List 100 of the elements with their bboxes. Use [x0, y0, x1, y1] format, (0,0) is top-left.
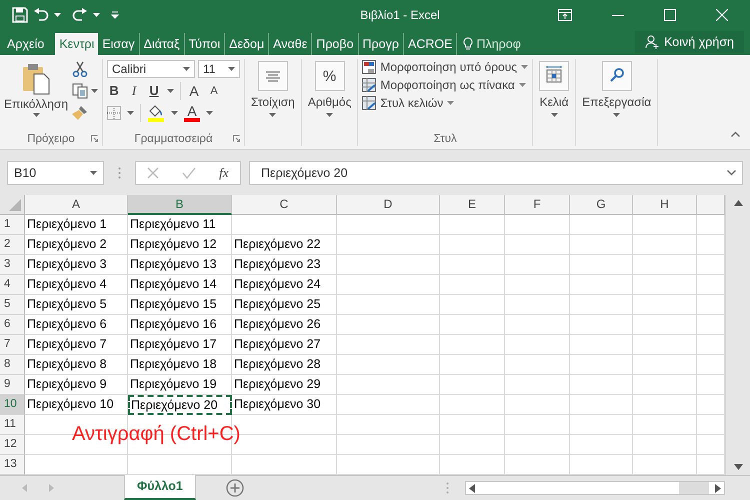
caret-icon[interactable]: [183, 67, 190, 71]
caret-icon[interactable]: [521, 65, 528, 69]
table-cell[interactable]: Περιεχόμενο 23: [232, 255, 337, 275]
table-cell[interactable]: Περιεχόμενο 9: [25, 375, 128, 395]
ribbon-group-button[interactable]: Στοίχιση: [251, 59, 295, 146]
font-color-button[interactable]: A: [184, 104, 200, 122]
table-cell[interactable]: Περιεχόμενο 11: [128, 215, 232, 235]
scroll-up-icon[interactable]: [734, 200, 742, 206]
column-header[interactable]: F: [505, 195, 570, 215]
caret-icon[interactable]: [228, 67, 236, 71]
font-size-dropdown[interactable]: 11: [198, 60, 240, 78]
row-header[interactable]: 13: [0, 455, 25, 475]
ribbon-tab[interactable]: Κεντρι: [55, 33, 98, 55]
table-cell[interactable]: Περιεχόμενο 3: [25, 255, 128, 275]
table-cell[interactable]: Περιεχόμενο 27: [232, 335, 337, 355]
row-header[interactable]: 10: [0, 395, 25, 415]
row-header[interactable]: 9: [0, 375, 25, 395]
caret-icon[interactable]: [550, 113, 558, 117]
add-sheet-icon[interactable]: [226, 479, 244, 497]
borders-icon[interactable]: [107, 106, 122, 120]
collapse-ribbon-icon[interactable]: [731, 131, 740, 137]
ribbon-group-button[interactable]: Κελιά: [539, 59, 570, 146]
dialog-launcher-icon[interactable]: [91, 135, 98, 142]
table-cell[interactable]: Περιεχόμενο 14: [128, 275, 232, 295]
table-cell[interactable]: Περιεχόμενο 22: [232, 235, 337, 255]
tell-me-field[interactable]: Πληροφ: [476, 37, 534, 51]
table-cell[interactable]: Περιεχόμενο 28: [232, 355, 337, 375]
caret-icon[interactable]: [54, 13, 61, 17]
ribbon-group-button[interactable]: Επεξεργασία: [582, 59, 652, 146]
caret-icon[interactable]: [91, 89, 98, 93]
column-header[interactable]: C: [232, 195, 337, 215]
file-tab[interactable]: Αρχείο: [0, 33, 52, 55]
scroll-left-icon[interactable]: [469, 484, 475, 492]
table-cell[interactable]: Περιεχόμενο 5: [25, 295, 128, 315]
caret-icon[interactable]: [613, 113, 620, 117]
share-button[interactable]: Κοινή χρήση: [635, 31, 744, 53]
save-icon[interactable]: [12, 7, 28, 23]
styles-menu-button[interactable]: Μορφοποίηση ως πίνακα: [362, 78, 528, 92]
row-header[interactable]: 4: [0, 275, 25, 295]
row-header[interactable]: 6: [0, 315, 25, 335]
insert-function-button[interactable]: fx: [219, 164, 229, 180]
caret-icon[interactable]: [269, 113, 276, 117]
lightbulb-icon[interactable]: [463, 37, 474, 51]
table-cell[interactable]: Περιεχόμενο 1: [25, 215, 128, 235]
formula-field[interactable]: Περιεχόμενο 20: [249, 160, 743, 184]
bold-button[interactable]: B: [107, 83, 122, 99]
table-cell[interactable]: Περιεχόμενο 18: [128, 355, 232, 375]
undo-icon[interactable]: [33, 8, 49, 22]
table-cell[interactable]: Περιεχόμενο 2: [25, 235, 128, 255]
column-header[interactable]: A: [25, 195, 128, 215]
underline-button[interactable]: U: [147, 83, 162, 99]
font-name-dropdown[interactable]: Calibri: [107, 60, 196, 78]
drag-handle-icon[interactable]: [118, 166, 121, 178]
dialog-launcher-icon[interactable]: [233, 135, 240, 142]
caret-icon[interactable]: [326, 113, 334, 117]
table-cell[interactable]: Περιεχόμενο 29: [232, 375, 337, 395]
row-header[interactable]: 11: [0, 415, 25, 435]
column-header[interactable]: H: [633, 195, 697, 215]
table-cell[interactable]: Περιεχόμενο 25: [232, 295, 337, 315]
close-icon[interactable]: [716, 9, 728, 21]
name-box[interactable]: B10: [7, 160, 104, 184]
scroll-down-icon[interactable]: [734, 464, 742, 470]
maximize-icon[interactable]: [664, 9, 676, 21]
table-cell[interactable]: Περιεχόμενο 24: [232, 275, 337, 295]
row-header[interactable]: 12: [0, 435, 25, 455]
table-cell[interactable]: Περιεχόμενο 26: [232, 315, 337, 335]
redo-icon[interactable]: [72, 8, 88, 22]
row-header[interactable]: 3: [0, 255, 25, 275]
column-header[interactable]: G: [570, 195, 633, 215]
caret-icon[interactable]: [171, 111, 178, 115]
sheet-tab[interactable]: Φύλλο1: [124, 475, 196, 500]
table-cell[interactable]: Περιεχόμενο 8: [25, 355, 128, 375]
caret-icon[interactable]: [93, 13, 100, 17]
column-header[interactable]: E: [440, 195, 505, 215]
ribbon-group-button[interactable]: % Αριθμός: [308, 59, 352, 146]
caret-icon[interactable]: [90, 170, 97, 174]
table-cell[interactable]: Περιεχόμενο 6: [25, 315, 128, 335]
table-cell[interactable]: Περιεχόμενο 7: [25, 335, 128, 355]
scissors-icon[interactable]: [72, 61, 88, 77]
table-cell[interactable]: Περιεχόμενο 13: [128, 255, 232, 275]
customize-icon[interactable]: [111, 11, 119, 19]
table-cell[interactable]: Περιεχόμενο 20: [128, 395, 232, 415]
table-cell[interactable]: Περιεχόμενο 30: [232, 395, 337, 415]
table-cell[interactable]: Περιεχόμενο 17: [128, 335, 232, 355]
italic-button[interactable]: I: [127, 83, 142, 99]
column-header[interactable]: B: [128, 195, 232, 215]
ribbon-display-icon[interactable]: [558, 9, 572, 21]
row-header[interactable]: 7: [0, 335, 25, 355]
row-header[interactable]: 5: [0, 295, 25, 315]
brush-icon[interactable]: [72, 105, 88, 121]
horizontal-scrollbar[interactable]: [465, 481, 725, 495]
styles-menu-button[interactable]: Μορφοποίηση υπό όρους: [362, 60, 528, 74]
decrease-font-size-button[interactable]: A: [207, 83, 222, 99]
fill-color-icon[interactable]: [147, 104, 166, 122]
caret-icon[interactable]: [32, 113, 40, 117]
table-cell[interactable]: Περιεχόμενο 15: [128, 295, 232, 315]
caret-icon[interactable]: [518, 83, 526, 87]
ribbon-tab[interactable]: Εισαγ: [98, 33, 139, 55]
drag-handle-icon[interactable]: [446, 482, 449, 494]
check-icon[interactable]: [182, 166, 196, 178]
